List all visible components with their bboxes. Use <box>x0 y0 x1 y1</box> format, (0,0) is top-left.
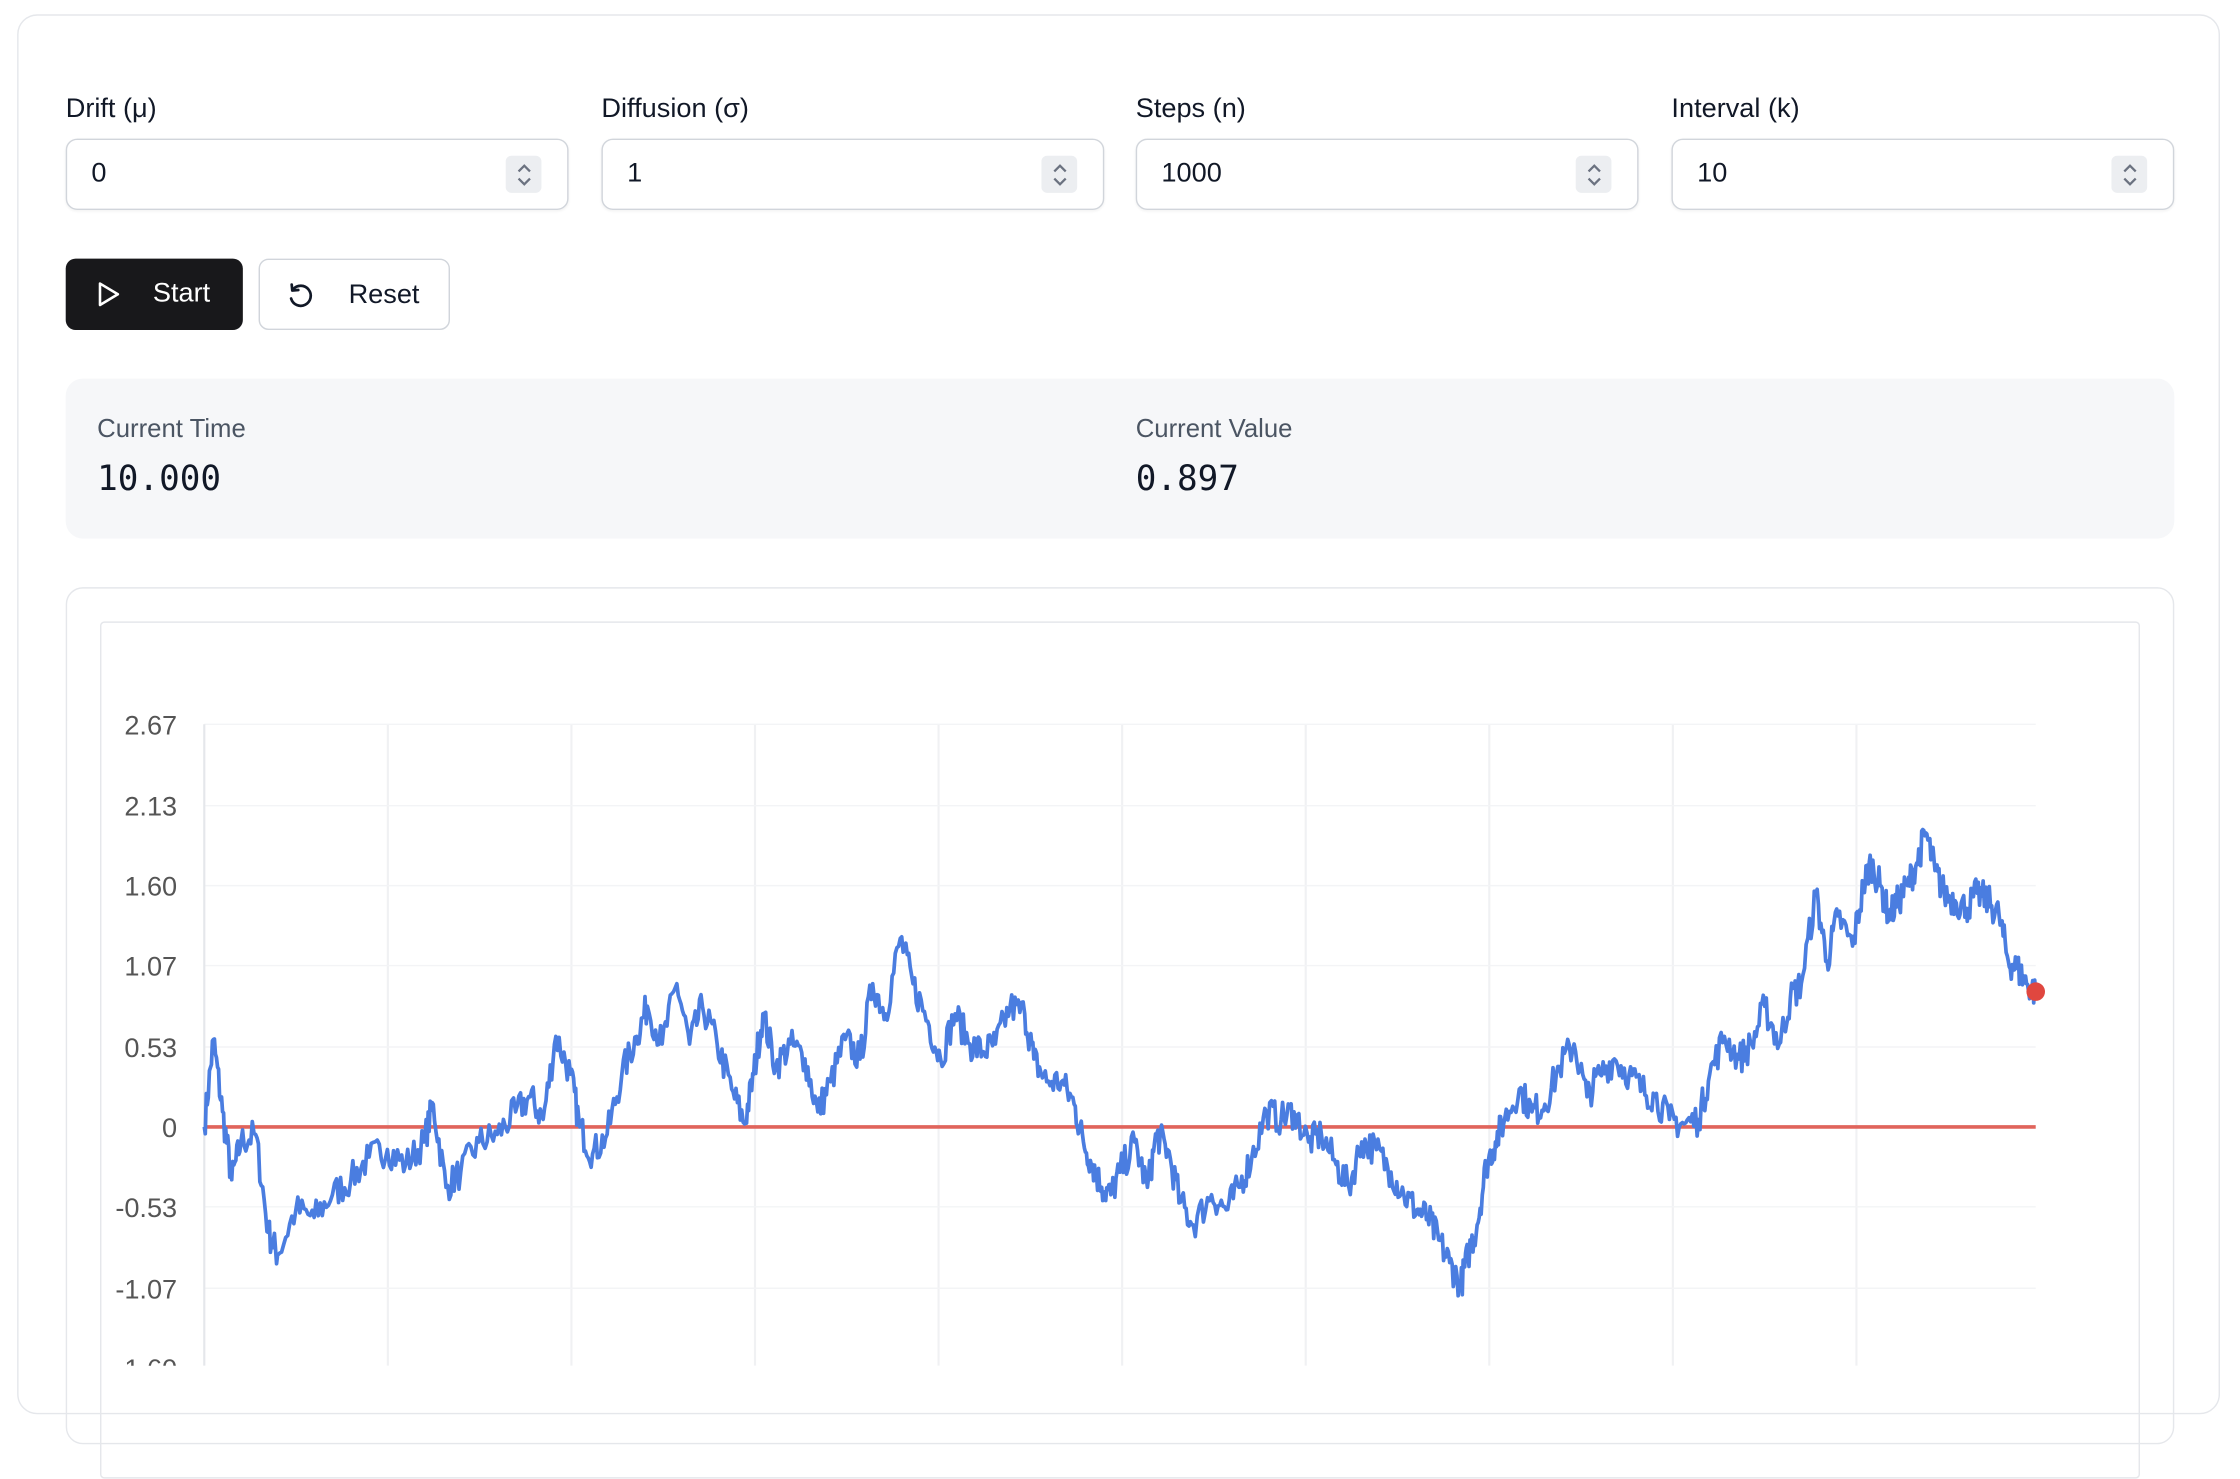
y-tick-label: -1.07 <box>115 1273 177 1304</box>
y-tick-label: 0 <box>162 1112 177 1143</box>
y-tick-label: -0.53 <box>115 1192 177 1223</box>
y-tick-label: 1.60 <box>124 871 177 902</box>
stage: Drift (μ) 0 Diffusion (σ) 1 Steps (n) 10… <box>0 0 2240 1479</box>
brownian-path-line <box>202 827 2038 1298</box>
y-tick-label: 0.53 <box>124 1032 177 1063</box>
brownian-motion-chart: 2.67 2.13 1.60 1.07 0.53 0 -0.53 -1.07 -1.60 <box>115 709 2045 1366</box>
y-tick-label: -1.60 <box>115 1353 177 1366</box>
y-tick-label: 1.07 <box>124 951 177 982</box>
current-point-marker <box>2026 982 2045 1001</box>
y-tick-label: 2.13 <box>124 791 177 822</box>
y-tick-label: 2.67 <box>124 709 177 740</box>
